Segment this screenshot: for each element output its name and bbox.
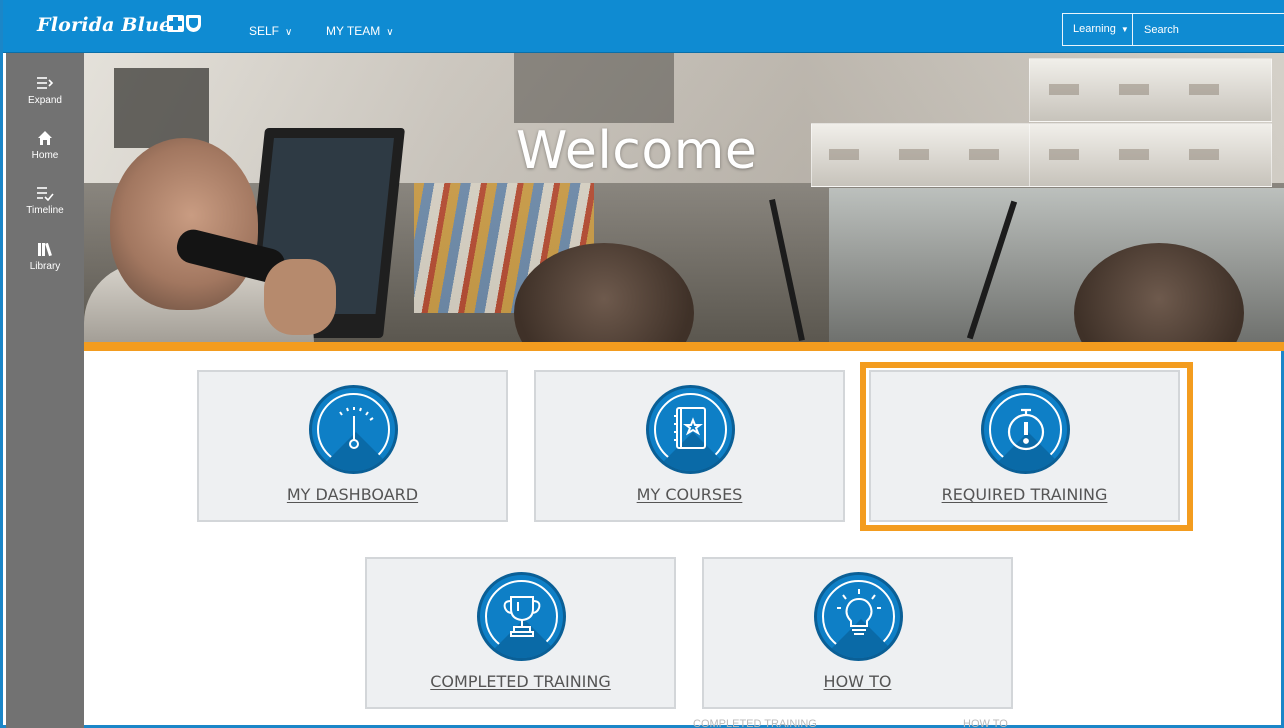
sidebar-item-timeline[interactable]: Timeline (6, 175, 84, 229)
brand-marks (167, 15, 201, 32)
learning-scope-label: Learning (1073, 23, 1116, 35)
tile-my-dashboard[interactable]: MY DASHBOARD (197, 370, 508, 522)
tile-label: REQUIRED TRAINING (941, 485, 1108, 504)
hero-photo-tile (811, 123, 1031, 187)
tile-label: HOW TO (823, 672, 892, 691)
learning-scope-select[interactable]: Learning ▼ (1063, 14, 1133, 45)
sidebar-item-label: Expand (28, 95, 62, 106)
ghost-caption: HOW TO (963, 718, 1008, 728)
welcome-banner: Welcome (84, 53, 1284, 342)
hero-lamp (769, 198, 805, 342)
tile-label: MY COURSES (636, 485, 743, 504)
top-bar: Florida Blue SELF ∨ MY TEAM ∨ Learning ▼ (3, 0, 1284, 53)
hero-shelf (114, 68, 209, 148)
sidebar-item-home[interactable]: Home (6, 120, 84, 174)
lightbulb-icon (814, 572, 903, 661)
page-title: Welcome (516, 121, 758, 181)
accent-divider (84, 342, 1284, 351)
sidebar-item-expand[interactable]: Expand (6, 65, 84, 119)
timeline-icon (6, 185, 84, 205)
chevron-down-icon: ∨ (285, 27, 293, 38)
sidebar-item-library[interactable]: Library (6, 231, 84, 285)
search-input[interactable] (1133, 14, 1284, 45)
nav-self-label: SELF (249, 24, 280, 38)
blue-cross-icon (167, 15, 184, 32)
hero-person-head (110, 138, 258, 310)
brand-logo[interactable]: Florida Blue (37, 14, 171, 36)
chevron-down-icon: ∨ (386, 27, 394, 38)
hero-photo-tile (1029, 58, 1272, 122)
tile-label: MY DASHBOARD (286, 485, 419, 504)
hero-photo-tile (1029, 123, 1272, 187)
search-bar: Learning ▼ (1062, 13, 1284, 46)
stopwatch-alert-icon (981, 385, 1070, 474)
expand-icon (6, 75, 84, 95)
blue-shield-icon (186, 15, 201, 32)
tile-my-courses[interactable]: MY COURSES (534, 370, 845, 522)
library-icon (6, 241, 84, 261)
course-book-icon (646, 385, 735, 474)
home-icon (6, 130, 84, 150)
sidebar: Expand Home Timeline Library (6, 53, 84, 728)
sidebar-item-label: Timeline (26, 205, 64, 216)
caret-down-icon: ▼ (1120, 25, 1129, 34)
hero-hand (264, 259, 336, 335)
tile-required-training[interactable]: REQUIRED TRAINING (869, 370, 1180, 522)
app-frame: Florida Blue SELF ∨ MY TEAM ∨ Learning ▼ Ex… (0, 0, 1284, 728)
sidebar-item-label: Library (29, 261, 61, 272)
trophy-icon (477, 572, 566, 661)
nav-self-menu[interactable]: SELF ∨ (249, 0, 292, 53)
hero-person-back (514, 53, 674, 123)
sidebar-item-label: Home (31, 150, 59, 161)
tile-label: COMPLETED TRAINING (430, 672, 611, 691)
dashboard-gauge-icon (309, 385, 398, 474)
tile-completed-training[interactable]: COMPLETED TRAINING (365, 557, 676, 709)
tile-how-to[interactable]: HOW TO (702, 557, 1013, 709)
nav-my-team-menu[interactable]: MY TEAM ∨ (326, 0, 394, 53)
nav-my-team-label: MY TEAM (326, 24, 381, 38)
ghost-caption: COMPLETED TRAINING (693, 718, 817, 728)
